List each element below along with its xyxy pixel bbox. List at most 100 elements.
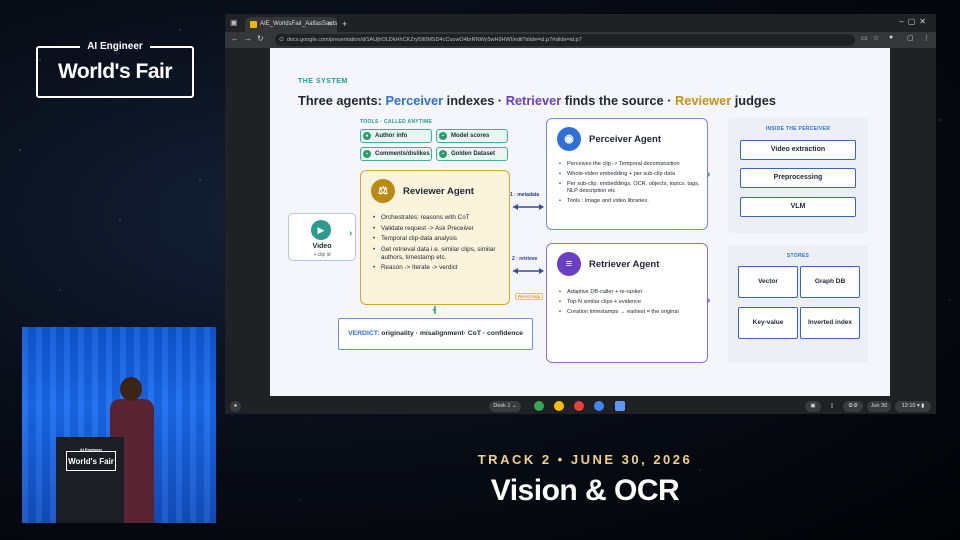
url-text: docs.google.com/presentation/d/1AUjhOLDk…: [287, 37, 582, 43]
reviewer-bullets: Orchestrates; reasons with CoT Validate …: [373, 214, 505, 275]
os-shelf: ● Desk 1 ⌄ ▣ ▯ ✎ ⚙⚙ Jun 30 12:10 ▾ ▮: [225, 398, 936, 414]
browser-tab[interactable]: AIE_WorldsFair_AatlasSautsen: [245, 17, 337, 32]
tool-author-info: ● Author info: [360, 129, 432, 143]
bullet: Top-N similar clips + evidence: [559, 299, 701, 306]
person-icon: ●: [363, 132, 371, 140]
verdict-box: VERDICT: originality · misalignment· CoT…: [338, 318, 533, 350]
retrieve-link-label: 2 · retrieve: [512, 256, 538, 262]
desk-label: Desk 1: [493, 403, 511, 409]
step-preprocessing: Preprocessing: [740, 168, 856, 188]
event-logo-big: World's Fair: [57, 60, 173, 83]
bullet: Reason -> Iterate -> verdict: [373, 264, 505, 272]
step-vlm: VLM: [740, 197, 856, 217]
headline-part: judges: [731, 93, 776, 108]
speaker-head: [120, 377, 142, 401]
video-app-icon[interactable]: [574, 401, 584, 411]
headline-retriever: Retriever: [505, 93, 562, 108]
bullet: Temporal clip-data analysis: [373, 235, 505, 243]
files-icon[interactable]: [615, 401, 625, 411]
reviewer-title: Reviewer Agent: [403, 186, 474, 197]
notification-icon[interactable]: ⚙⚙: [843, 401, 863, 412]
bullet: Adaptive DB-caller + re-ranker: [559, 289, 701, 296]
tab-search-icon[interactable]: ▣: [230, 18, 238, 27]
chevron-right-icon: ›: [707, 295, 711, 306]
back-icon[interactable]: ←: [231, 34, 239, 43]
clock-time: 12:10: [901, 403, 916, 409]
bullet: Validate request -> Ask Preceiver: [373, 225, 505, 233]
inside-perceiver-title: INSIDE THE PERCEIVER: [765, 126, 831, 132]
status-tray[interactable]: 12:10 ▾ ▮: [895, 401, 931, 412]
metadata-arrow-right-head: [539, 204, 544, 210]
video-label: Video: [312, 243, 332, 250]
tool-label: Comments/dislikes: [375, 151, 430, 157]
bullet: Perceives the clip -> Temporal decomposi…: [559, 161, 701, 168]
reviewer-agent-card: ⚖ Reviewer Agent Orchestrates; reasons w…: [360, 170, 510, 305]
tab-close-icon[interactable]: ✕: [327, 17, 333, 32]
comment-icon: ▪: [363, 150, 371, 158]
retriever-agent-card: ≡ Retriever Agent Adaptive DB-caller + r…: [546, 243, 708, 363]
slide-headline: Three agents: Perceiver indexes · Retrie…: [298, 93, 776, 108]
window-controls[interactable]: –▢✕: [899, 17, 930, 26]
presentation-screen: ▣ AIE_WorldsFair_AatlasSautsen ✕ + –▢✕ ←…: [225, 14, 936, 414]
chart-icon: ▪: [439, 132, 447, 140]
app-grid-icon[interactable]: [534, 401, 544, 411]
speaker-video: AI Engineer World's Fair: [22, 327, 216, 523]
bullet: Tools : Image and video libraries.: [559, 198, 701, 205]
slide-kicker: THE SYSTEM: [298, 78, 348, 85]
retrieve-arrow-left-head: [513, 268, 518, 274]
tab-bar: ▣ AIE_WorldsFair_AatlasSautsen ✕ + –▢✕: [225, 14, 936, 32]
event-logo-small: AI Engineer: [80, 41, 150, 52]
tool-model-scores: ▪ Model scores: [436, 129, 508, 143]
chevron-right-icon: ›: [707, 169, 711, 180]
play-icon: ▶: [311, 220, 331, 240]
new-tab-icon[interactable]: +: [342, 17, 347, 32]
perceiver-title: Perceiver Agent: [589, 134, 661, 145]
perceiver-agent-card: ◉ Perceiver Agent Perceives the clip -> …: [546, 118, 708, 230]
bullet: Per sub-clip: embeddings, OCR, objects, …: [559, 181, 701, 195]
headline-perceiver: Perceiver: [385, 93, 444, 108]
stores-title: STORES: [786, 253, 810, 259]
bullet: Whole-video embedding + per sub-clip dat…: [559, 171, 701, 178]
forward-icon[interactable]: →: [244, 34, 252, 43]
headline-reviewer: Reviewer: [674, 93, 732, 108]
site-info-icon[interactable]: ⊙: [279, 34, 284, 46]
headline-part: finds the source ·: [561, 93, 675, 108]
tool-golden-dataset: ▪ Golden Dataset: [436, 147, 508, 161]
profile-icon[interactable]: ●: [889, 34, 893, 41]
tool-label: Author info: [375, 133, 408, 139]
verdict-key: VERDICT:: [348, 330, 380, 337]
phone-hub-icon[interactable]: ▯: [827, 401, 837, 412]
eye-icon: ◉: [557, 127, 581, 151]
perceiver-bullets: Perceives the clip -> Temporal decomposi…: [559, 161, 701, 208]
extensions-icon[interactable]: ▢: [907, 34, 914, 42]
tool-label: Model scores: [451, 133, 490, 139]
verdict-text: originality · misalignment· CoT · confid…: [379, 330, 523, 337]
store-graph-db: Graph DB: [800, 266, 860, 298]
bookmark-star-icon[interactable]: ☆: [873, 34, 879, 42]
tool-label: Golden Dataset: [451, 151, 496, 157]
scales-icon: ⚖: [371, 179, 395, 203]
desk-button[interactable]: Desk 1 ⌄: [489, 401, 521, 412]
chat-app-icon[interactable]: [594, 401, 604, 411]
podium-logo-big: World's Fair: [68, 457, 114, 466]
bullet: Get retrieval data i.e. similar clips, s…: [373, 246, 505, 262]
chevron-right-icon: ›: [349, 228, 353, 239]
launcher-icon[interactable]: ●: [230, 401, 241, 412]
slides-favicon-icon: [250, 21, 257, 28]
headline-part: Three agents:: [298, 93, 386, 108]
slide-canvas: THE SYSTEM Three agents: Perceiver index…: [270, 48, 890, 396]
cast-icon[interactable]: ▭: [861, 34, 868, 42]
reload-icon[interactable]: ↻: [257, 34, 264, 43]
headline-part: indexes ·: [443, 93, 506, 108]
retriever-title: Retriever Agent: [589, 259, 660, 270]
date-button[interactable]: Jun 30: [867, 401, 891, 412]
chrome-icon[interactable]: [554, 401, 564, 411]
tools-label: TOOLS · CALLED ANYTIME: [360, 119, 433, 125]
metadata-arrow-left-head: [513, 204, 518, 210]
store-key-value: Key-value: [738, 307, 798, 339]
menu-icon[interactable]: ⋮: [923, 34, 930, 42]
bullet: Creation timestamps → earliest = the ori…: [559, 309, 701, 316]
session-title: Vision & OCR: [490, 474, 680, 507]
url-input[interactable]: ⊙ docs.google.com/presentation/d/1AUjhOL…: [275, 34, 855, 46]
screen-capture-icon[interactable]: ▣: [805, 401, 821, 412]
